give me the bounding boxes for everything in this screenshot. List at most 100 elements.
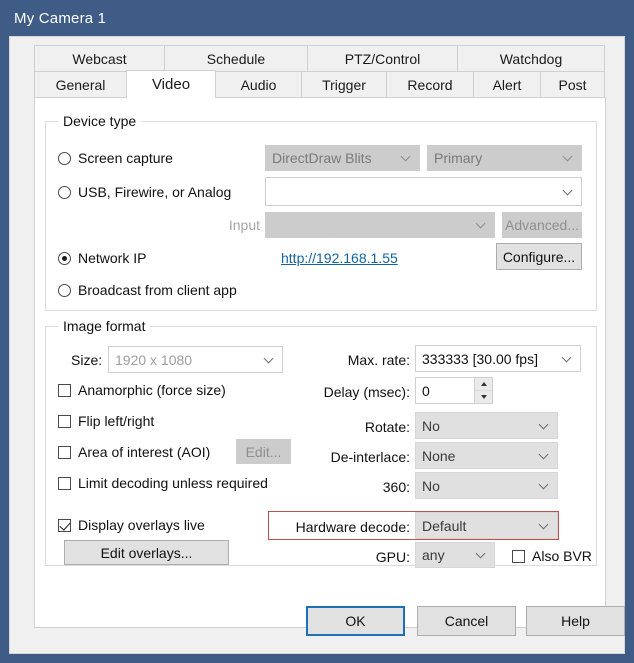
checkbox-anamorphic-label: Anamorphic (force size) (78, 382, 226, 398)
radio-network-ip-indicator (58, 251, 71, 265)
chevron-down-icon (540, 521, 549, 530)
ok-button[interactable]: OK (306, 606, 405, 636)
radio-usb-firewire-analog-indicator (58, 185, 71, 199)
combo-gpu-value: any (422, 547, 445, 563)
combo-input[interactable] (265, 212, 495, 238)
tab-webcast-label: Webcast (72, 50, 127, 67)
dialog-window: My Camera 1 Webcast Schedule PTZ/Control… (0, 0, 634, 663)
tab-strip: Webcast Schedule PTZ/Control Watchdog Ge… (34, 45, 606, 98)
help-button-label: Help (561, 613, 590, 629)
aoi-edit-button-label: Edit... (245, 443, 282, 460)
combo-rotate-value: No (422, 417, 440, 434)
checkbox-display-overlays-live[interactable]: Display overlays live (58, 517, 205, 533)
checkbox-area-of-interest-indicator (58, 445, 71, 459)
spinner-delay[interactable]: 0 (415, 377, 493, 404)
checkbox-flip-left-right-indicator (58, 414, 71, 428)
tab-post-label: Post (558, 77, 587, 93)
label-max-rate: Max. rate: (347, 352, 410, 368)
checkbox-area-of-interest[interactable]: Area of interest (AOI) (58, 444, 210, 460)
chevron-down-icon (540, 421, 549, 430)
radio-broadcast-from-client-app-indicator (58, 283, 71, 297)
tab-panel-video: Device type Screen capture DirectDraw Bl… (34, 97, 606, 628)
tab-audio[interactable]: Audio (215, 71, 302, 98)
spinner-delay-buttons[interactable] (474, 378, 492, 403)
tab-video[interactable]: Video (126, 70, 216, 98)
radio-network-ip[interactable]: Network IP (58, 250, 146, 266)
chevron-down-icon (540, 451, 549, 460)
combo-screen-capture-monitor-value: Primary (434, 150, 483, 166)
tab-audio-label: Audio (240, 77, 277, 93)
combo-screen-capture-method[interactable]: DirectDraw Blits (265, 145, 420, 171)
configure-button-label: Configure... (502, 248, 576, 265)
tab-watchdog[interactable]: Watchdog (457, 45, 605, 71)
combo-hardware-decode[interactable]: Default (415, 512, 558, 539)
combo-deinterlace[interactable]: None (415, 442, 558, 469)
tab-trigger-label: Trigger (322, 77, 366, 93)
tab-webcast[interactable]: Webcast (34, 45, 165, 71)
tab-trigger[interactable]: Trigger (301, 71, 387, 98)
chevron-down-icon (477, 220, 486, 229)
advanced-button[interactable]: Advanced... (502, 212, 582, 238)
advanced-button-label: Advanced... (505, 217, 579, 233)
group-device-type: Device type Screen capture DirectDraw Bl… (45, 113, 597, 311)
edit-overlays-button[interactable]: Edit overlays... (64, 540, 229, 565)
combo-screen-capture-method-value: DirectDraw Blits (272, 150, 372, 166)
edit-overlays-button-label: Edit overlays... (100, 544, 193, 561)
tab-general[interactable]: General (34, 71, 127, 98)
group-device-type-legend: Device type (58, 113, 142, 129)
label-input: Input (228, 217, 260, 233)
spinner-up-icon[interactable] (475, 378, 492, 391)
network-url-link[interactable]: http://192.168.1.55 (281, 250, 398, 266)
tab-alert[interactable]: Alert (473, 71, 541, 98)
cancel-button[interactable]: Cancel (417, 606, 516, 636)
tab-alert-label: Alert (492, 77, 522, 93)
combo-size[interactable]: 1920 x 1080 (108, 346, 283, 373)
chevron-down-icon (477, 550, 486, 559)
checkbox-also-bvr[interactable]: Also BVR (512, 548, 592, 564)
chevron-down-icon (540, 481, 549, 490)
label-deinterlace: De-interlace: (330, 449, 410, 465)
checkbox-display-overlays-live-indicator (58, 518, 71, 532)
tab-schedule[interactable]: Schedule (164, 45, 308, 71)
combo-rotate[interactable]: No (415, 412, 558, 439)
configure-button[interactable]: Configure... (496, 243, 582, 270)
combo-360-value: No (422, 477, 440, 494)
tab-video-label: Video (151, 76, 191, 93)
tab-ptz-control-label: PTZ/Control (344, 50, 421, 67)
label-360: 360: (382, 479, 410, 495)
tab-schedule-label: Schedule (206, 50, 266, 67)
checkbox-flip-left-right-label: Flip left/right (78, 413, 155, 429)
combo-screen-capture-monitor[interactable]: Primary (427, 145, 582, 171)
tab-ptz-control[interactable]: PTZ/Control (307, 45, 458, 71)
radio-usb-firewire-analog-label: USB, Firewire, or Analog (78, 184, 232, 200)
combo-360[interactable]: No (415, 472, 558, 499)
radio-broadcast-from-client-app[interactable]: Broadcast from client app (58, 282, 237, 298)
combo-max-rate[interactable]: 333333 [30.00 fps] (415, 345, 581, 372)
tab-watchdog-label: Watchdog (499, 50, 563, 67)
ok-button-label: OK (345, 613, 366, 629)
chevron-down-icon (564, 153, 573, 162)
radio-usb-firewire-analog[interactable]: USB, Firewire, or Analog (58, 184, 231, 200)
checkbox-area-of-interest-label: Area of interest (AOI) (78, 444, 211, 460)
label-size: Size: (71, 352, 103, 368)
checkbox-also-bvr-indicator (512, 549, 525, 563)
checkbox-anamorphic[interactable]: Anamorphic (force size) (58, 382, 226, 398)
radio-network-ip-label: Network IP (78, 250, 147, 266)
help-button[interactable]: Help (526, 606, 625, 636)
combo-usb-device[interactable] (265, 177, 582, 206)
radio-screen-capture-indicator (58, 151, 71, 165)
checkbox-limit-decoding[interactable]: Limit decoding unless required (58, 475, 268, 491)
group-image-format-legend: Image format (58, 318, 151, 334)
checkbox-anamorphic-indicator (58, 383, 71, 397)
radio-screen-capture[interactable]: Screen capture (58, 150, 173, 166)
dialog-client-area: Webcast Schedule PTZ/Control Watchdog Ge… (9, 36, 625, 654)
checkbox-flip-left-right[interactable]: Flip left/right (58, 413, 154, 429)
checkbox-also-bvr-label: Also BVR (532, 548, 592, 564)
radio-broadcast-from-client-app-label: Broadcast from client app (78, 282, 237, 298)
spinner-down-icon[interactable] (475, 391, 492, 403)
tab-row-upper: Webcast Schedule PTZ/Control Watchdog (34, 45, 606, 71)
tab-post[interactable]: Post (540, 71, 605, 98)
tab-record[interactable]: Record (386, 71, 474, 98)
combo-gpu[interactable]: any (415, 542, 495, 568)
combo-max-rate-value: 333333 [30.00 fps] (422, 350, 538, 367)
